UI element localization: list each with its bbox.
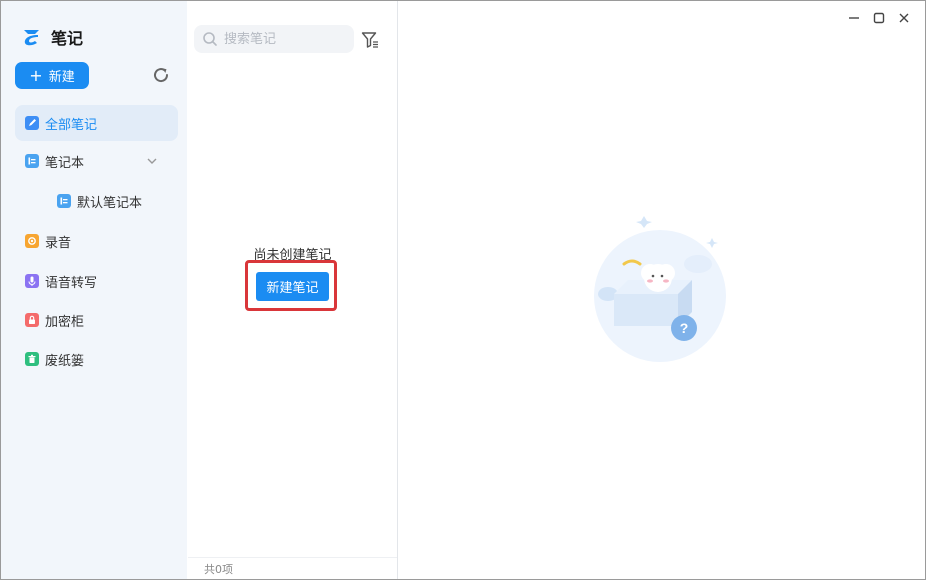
maximize-icon[interactable] [872, 11, 886, 25]
sidebar-item-notebook[interactable]: 笔记本 [15, 143, 178, 179]
sidebar-item-locker[interactable]: 加密柜 [15, 302, 178, 338]
create-note-button[interactable]: 新建笔记 [256, 272, 329, 301]
chevron-down-icon[interactable] [146, 155, 158, 167]
sidebar-item-label: 笔记本 [45, 155, 85, 171]
sidebar-item-recording[interactable]: 录音 [15, 223, 178, 259]
sidebar: 笔记 + 新建 全部笔记 笔记本 默认笔记本 录音 语音转写 加密柜 废纸篓 [1, 1, 187, 579]
sidebar-item-all-notes[interactable]: 全部笔记 [15, 105, 178, 141]
app-logo-icon [24, 30, 39, 46]
notebook-icon [57, 194, 71, 208]
note-list-panel: 尚未创建笔记 新建笔记 共0项 [188, 1, 398, 579]
minimize-icon[interactable] [847, 11, 861, 25]
sidebar-item-label: 录音 [45, 235, 72, 251]
notebook-icon [25, 154, 39, 168]
empty-illustration: ? [594, 216, 726, 362]
search-input[interactable] [222, 30, 346, 48]
plus-icon: + [29, 65, 43, 85]
filter-icon[interactable] [360, 30, 380, 50]
close-icon[interactable] [897, 11, 911, 25]
microphone-icon [25, 274, 39, 288]
sidebar-item-label: 废纸篓 [45, 353, 85, 369]
app-window: 笔记 + 新建 全部笔记 笔记本 默认笔记本 录音 语音转写 加密柜 废纸篓 搜… [0, 0, 926, 580]
all-notes-icon [25, 116, 39, 130]
app-title: 笔记 [51, 29, 84, 48]
sidebar-item-label: 全部笔记 [45, 117, 98, 133]
new-button-label: 新建 [48, 70, 75, 85]
sidebar-item-voice-transcription[interactable]: 语音转写 [15, 263, 178, 299]
search-box[interactable] [194, 25, 354, 53]
main-panel: ? [398, 1, 925, 579]
sidebar-item-trash[interactable]: 废纸篓 [15, 341, 178, 377]
sidebar-item-label: 加密柜 [45, 314, 85, 330]
new-button[interactable]: + 新建 [15, 62, 89, 89]
trash-icon [25, 352, 39, 366]
recording-icon [25, 234, 39, 248]
refresh-icon[interactable] [151, 65, 171, 85]
note-count: 共0项 [188, 557, 397, 579]
search-icon [203, 32, 217, 46]
sidebar-item-default-notebook[interactable]: 默认笔记本 [15, 183, 178, 219]
sidebar-item-label: 默认笔记本 [77, 195, 143, 211]
lock-icon [25, 313, 39, 327]
svg-text:?: ? [680, 320, 689, 336]
sidebar-item-label: 语音转写 [45, 275, 98, 291]
brand: 笔记 [21, 25, 83, 49]
